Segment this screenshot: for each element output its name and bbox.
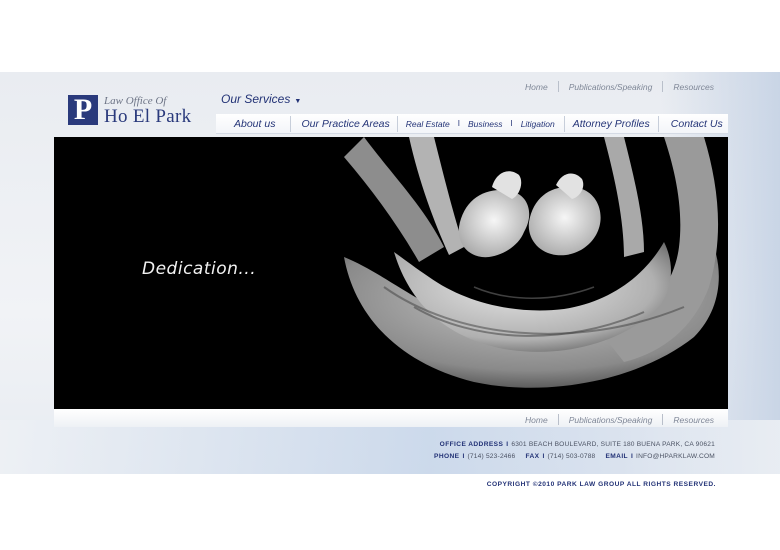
divider [557,414,559,425]
email-label: EMAIL [605,453,628,460]
link-publications[interactable]: Publications/Speaking [569,415,653,425]
divider [557,81,559,92]
separator: I [542,453,545,460]
nav-practice-areas[interactable]: Our Practice Areas [301,118,389,130]
nav-business[interactable]: Business [468,119,503,129]
divider [662,414,664,425]
link-resources[interactable]: Resources [673,82,714,92]
bottom-links: Home Publications/Speaking Resources [525,414,714,425]
nav-pipe: I [510,119,513,128]
fax-label: FAX [525,453,540,460]
copyright: COPYRIGHT ©2010 PARK LAW GROUP ALL RIGHT… [486,481,716,488]
caret-down-icon: ▼ [294,98,302,105]
link-publications[interactable]: Publications/Speaking [569,82,653,92]
link-home[interactable]: Home [525,82,548,92]
office-address-line: OFFICE ADDRESS I 6301 BEACH BOULEVARD, SUI… [440,441,715,448]
phone-label: PHONE [434,453,460,460]
hero-banner: Dedication... [54,137,728,409]
contact-line: PHONE I (714) 523-2466 FAX I (714) 503-0788 … [434,453,715,460]
logo-title[interactable]: Ho El Park [104,106,191,128]
logo-mark[interactable]: P [68,95,98,125]
nav-divider [563,115,565,132]
separator: I [462,453,465,460]
hands-photo [344,137,719,388]
nav-real-estate[interactable]: Real Estate [406,119,450,129]
separator: I [630,453,634,460]
office-value: 6301 BEACH BOULEVARD, SUITE 180 BUENA PA… [511,441,715,448]
nav-pipe: I [457,119,460,128]
top-links: Home Publications/Speaking Resources [525,81,714,92]
nav-litigation[interactable]: Litigation [521,119,555,129]
services-label: Our Services [221,92,291,106]
nav-divider [657,115,659,132]
fax-value: (714) 503-0788 [547,453,596,460]
nav-divider [290,115,292,132]
separator: I [506,441,509,448]
divider [662,81,664,92]
link-home[interactable]: Home [525,415,548,425]
email-link[interactable]: INFO@HPARKLAW.COM [636,453,715,460]
nav-about[interactable]: About us [234,118,275,130]
main-nav: About us Our Practice Areas Real Estate … [216,114,728,134]
nav-divider [396,115,398,132]
services-menu[interactable]: Our Services ▼ [221,92,301,106]
phone-value: (714) 523-2466 [467,453,516,460]
office-label: OFFICE ADDRESS [439,441,504,448]
hero-tagline: Dedication... [142,259,257,279]
link-resources[interactable]: Resources [673,415,714,425]
nav-contact[interactable]: Contact Us [671,118,723,130]
nav-attorney-profiles[interactable]: Attorney Profiles [573,118,650,130]
